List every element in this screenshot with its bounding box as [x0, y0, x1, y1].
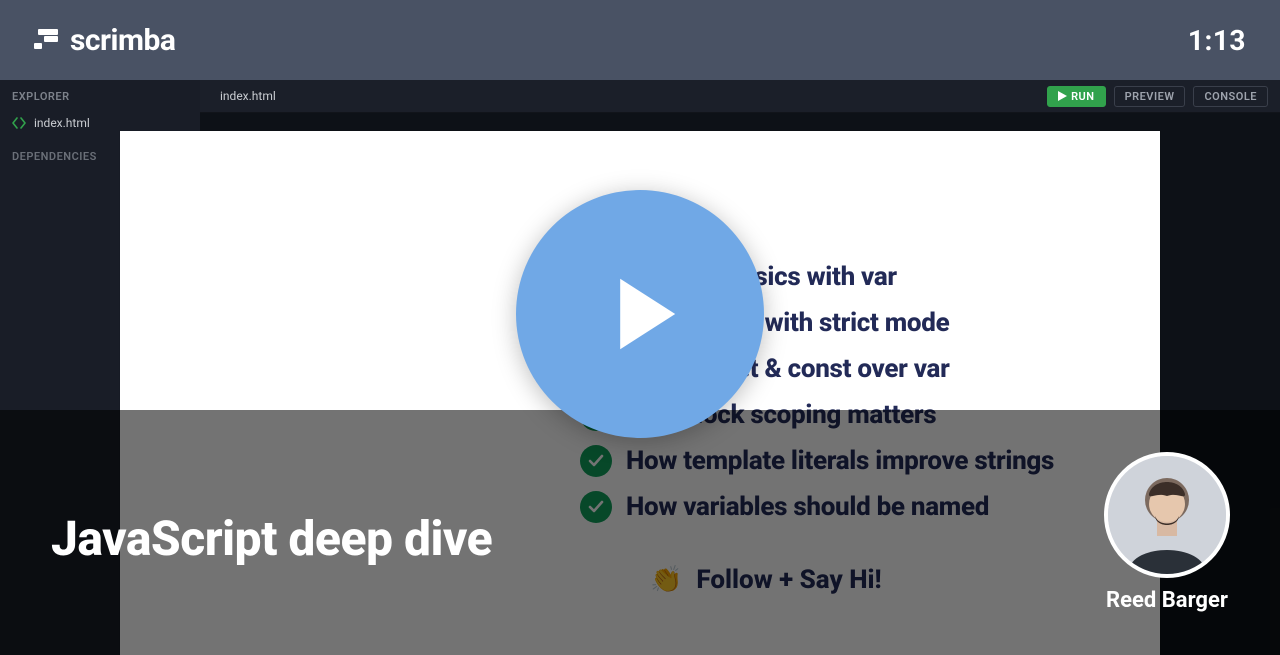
brand-name: scrimba [70, 23, 175, 58]
check-circle-icon [580, 491, 612, 523]
play-small-icon [1058, 91, 1067, 101]
topbar: scrimba 1:13 [0, 0, 1280, 80]
author-avatar[interactable] [1104, 452, 1230, 578]
editor-tabbar: index.html RUN PREVIEW CONSOLE [200, 80, 1280, 113]
brand-logo[interactable]: scrimba [34, 23, 175, 58]
preview-label: PREVIEW [1125, 90, 1175, 103]
run-button[interactable]: RUN [1047, 86, 1106, 107]
tab-active-file[interactable]: index.html [220, 89, 276, 103]
brand-logo-icon [34, 29, 60, 51]
explorer-header: EXPLORER [0, 80, 200, 112]
list-item: How template literals improve strings [580, 445, 1054, 477]
play-icon [585, 259, 695, 369]
author-block: Reed Barger [1104, 452, 1230, 613]
preview-button[interactable]: PREVIEW [1114, 86, 1186, 107]
play-button[interactable] [516, 190, 764, 438]
author-name: Reed Barger [1104, 588, 1230, 613]
file-label: index.html [34, 116, 90, 130]
check-circle-icon [580, 445, 612, 477]
slide-text: How variables should be named [626, 492, 989, 522]
console-label: CONSOLE [1204, 90, 1257, 103]
course-title: JavaScript deep dive [51, 510, 492, 567]
list-item: How variables should be named [580, 491, 1054, 523]
follow-row: 👏 Follow + Say Hi! [650, 565, 1054, 595]
code-icon [12, 117, 26, 129]
slide-text: How template literals improve strings [626, 446, 1054, 476]
console-button[interactable]: CONSOLE [1193, 86, 1268, 107]
follow-text: Follow + Say Hi! [696, 565, 881, 595]
avatar-placeholder-icon [1108, 456, 1226, 574]
video-timestamp: 1:13 [1188, 24, 1246, 57]
clap-emoji-icon: 👏 [650, 565, 682, 595]
run-label: RUN [1071, 90, 1095, 103]
